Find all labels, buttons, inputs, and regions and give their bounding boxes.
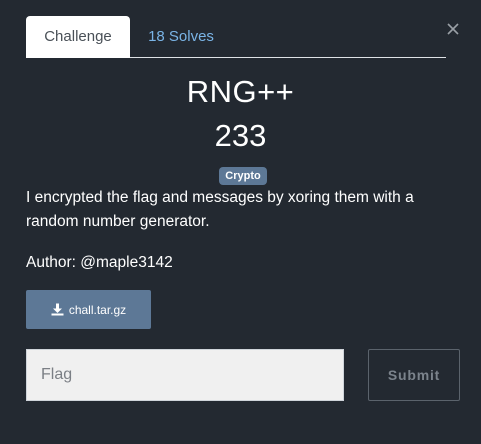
download-icon — [51, 303, 64, 316]
flag-input[interactable] — [26, 349, 344, 401]
tab-bar: Challenge 18 Solves — [26, 16, 446, 58]
challenge-author: Author: @maple3142 — [26, 254, 173, 271]
submit-button[interactable]: Submit — [368, 349, 460, 401]
download-file-button[interactable]: chall.tar.gz — [26, 290, 151, 329]
challenge-modal: Challenge 18 Solves RNG++ 233 Crypto I e… — [0, 0, 481, 444]
tab-challenge[interactable]: Challenge — [26, 16, 130, 58]
challenge-points: 233 — [214, 118, 267, 153]
challenge-title: RNG++ — [186, 74, 295, 109]
tab-solves[interactable]: 18 Solves — [134, 16, 228, 58]
challenge-description: I encrypted the flag and messages by xor… — [26, 189, 414, 230]
file-name: chall.tar.gz — [68, 302, 127, 317]
category-badge: Crypto — [219, 167, 267, 185]
